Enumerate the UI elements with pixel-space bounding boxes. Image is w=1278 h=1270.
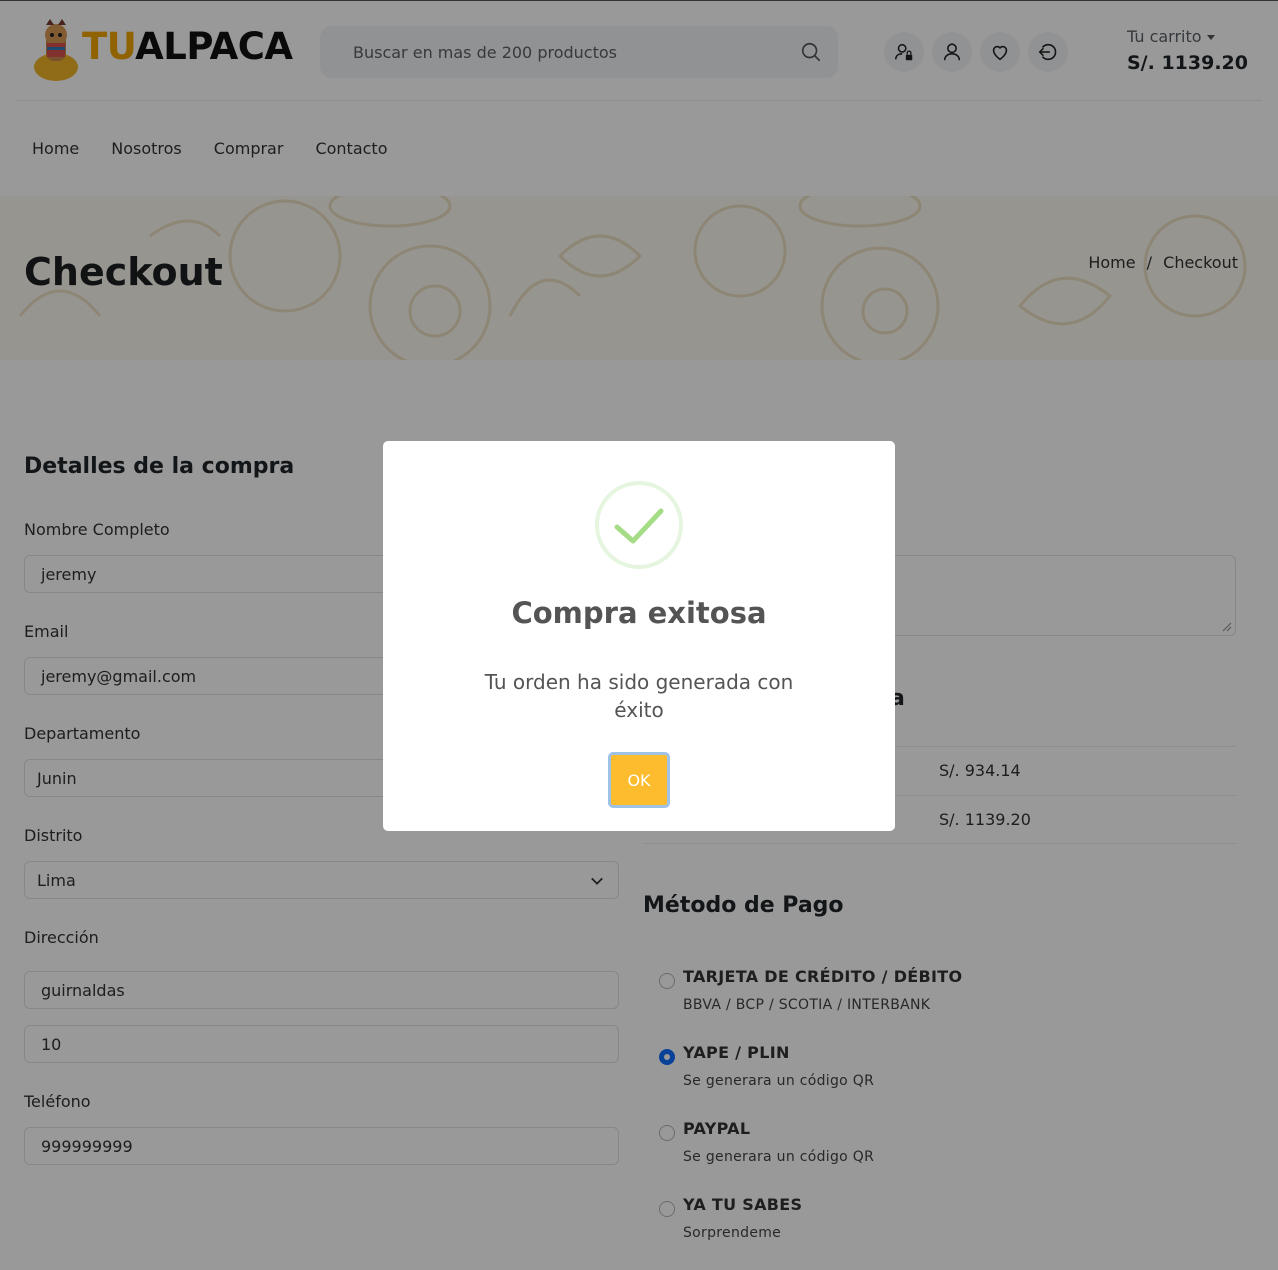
dialog-title: Compra exitosa bbox=[511, 596, 767, 630]
dialog-message: Tu orden ha sido generada con éxito bbox=[484, 670, 794, 722]
ok-button[interactable]: OK bbox=[608, 752, 670, 808]
success-check-icon bbox=[595, 481, 683, 569]
success-dialog: Compra exitosa Tu orden ha sido generada… bbox=[383, 441, 895, 831]
